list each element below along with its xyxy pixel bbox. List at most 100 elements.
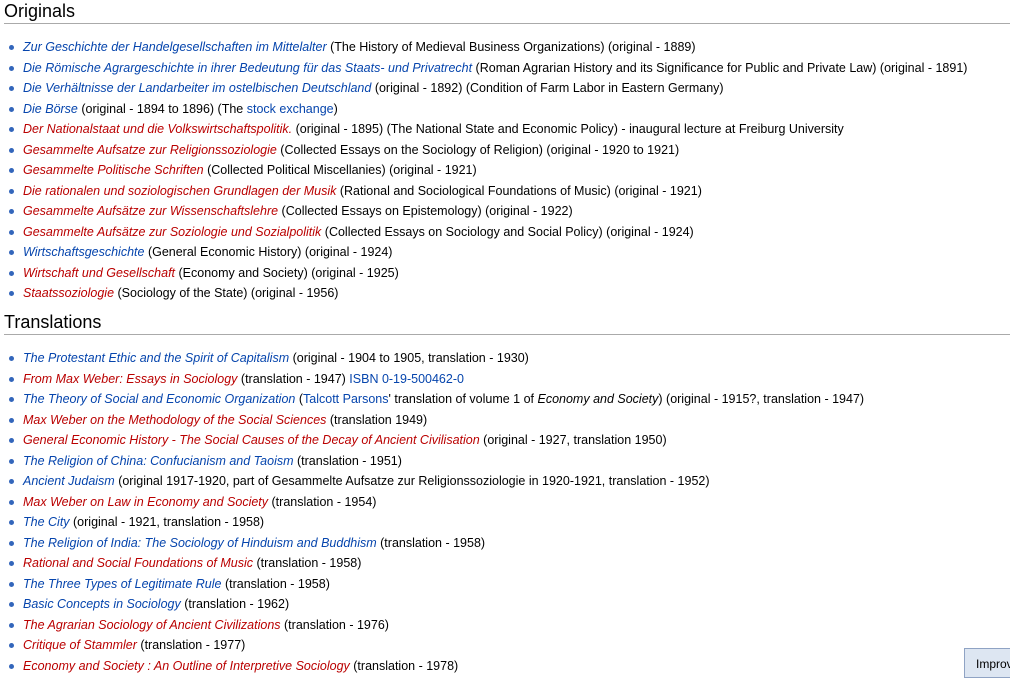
- translations-list: The Protestant Ethic and the Spirit of C…: [4, 348, 1010, 676]
- work-description: (original 1917-1920, part of Gesammelte …: [114, 474, 710, 488]
- work-description: (original - 1892) (Condition of Farm Lab…: [371, 81, 724, 95]
- work-title-link[interactable]: Die Börse: [23, 102, 78, 116]
- work-title-link[interactable]: Wirtschaft und Gesellschaft: [23, 266, 175, 280]
- bullet-icon: [9, 45, 14, 50]
- bullet-icon: [9, 417, 14, 423]
- list-item: Gesammelte Aufsätze zur Wissenschaftsleh…: [4, 201, 1010, 222]
- bullet-icon: [9, 270, 14, 276]
- work-description: (Collected Political Miscellanies) (orig…: [203, 163, 477, 177]
- bullet-icon: [9, 147, 14, 153]
- list-item: The Agrarian Sociology of Ancient Civili…: [4, 615, 1010, 636]
- bullet-icon: [9, 250, 14, 255]
- work-title-link[interactable]: Economy and Society : An Outline of Inte…: [23, 659, 350, 673]
- work-title-link[interactable]: Gesammelte Aufsätze zur Wissenschaftsleh…: [23, 204, 278, 218]
- work-description: (translation 1949): [326, 412, 428, 427]
- work-title-link[interactable]: Ancient Judaism: [23, 474, 115, 488]
- list-item: The Three Types of Legitimate Rule (tran…: [4, 574, 1010, 595]
- bullet-icon: [9, 520, 14, 525]
- bullet-icon: [9, 397, 14, 402]
- work-title-link[interactable]: Die Römische Agrargeschichte in ihrer Be…: [23, 61, 472, 75]
- reference-link[interactable]: Talcott Parsons: [303, 392, 388, 406]
- bullet-icon: [9, 540, 14, 546]
- work-title-link[interactable]: The Religion of India: The Sociology of …: [23, 536, 377, 550]
- list-item: Basic Concepts in Sociology (translation…: [4, 594, 1010, 615]
- work-title-link[interactable]: The Religion of China: Confucianism and …: [23, 454, 294, 468]
- list-item: The Protestant Ethic and the Spirit of C…: [4, 348, 1010, 369]
- list-item: The City (original - 1921, translation -…: [4, 512, 1010, 533]
- work-title-link[interactable]: Max Weber on the Methodology of the Soci…: [23, 413, 326, 427]
- work-description: (The History of Medieval Business Organi…: [326, 40, 696, 54]
- bullet-icon: [9, 291, 14, 296]
- originals-heading: Originals: [4, 0, 1010, 24]
- list-item: Staatssoziologie (Sociology of the State…: [4, 283, 1010, 304]
- bullet-icon: [9, 458, 14, 464]
- work-title-link[interactable]: Die rationalen und soziologischen Grundl…: [23, 184, 336, 198]
- list-item: Wirtschaft und Gesellschaft (Economy and…: [4, 263, 1010, 284]
- list-item: Die rationalen und soziologischen Grundl…: [4, 181, 1010, 202]
- work-title-link[interactable]: Rational and Social Foundations of Music: [23, 556, 253, 570]
- work-title-link[interactable]: Wirtschaftsgeschichte: [23, 245, 144, 259]
- italic-title: Economy and Society: [537, 392, 659, 406]
- work-title-link[interactable]: The City: [23, 515, 70, 529]
- bullet-icon: [9, 663, 14, 669]
- list-item: The Religion of China: Confucianism and …: [4, 451, 1010, 472]
- work-description: (Rational and Sociological Foundations o…: [336, 183, 702, 198]
- list-item: General Economic History - The Social Ca…: [4, 430, 1010, 451]
- work-title-link[interactable]: The Three Types of Legitimate Rule: [23, 577, 221, 591]
- list-item: The Theory of Social and Economic Organi…: [4, 389, 1010, 410]
- work-description: (Roman Agrarian History and its Signific…: [472, 60, 968, 75]
- originals-list: Zur Geschichte der Handelgesellschaften …: [4, 37, 1010, 304]
- bullet-icon: [9, 168, 14, 173]
- work-description: (translation - 1958): [221, 576, 330, 591]
- work-description: (original - 1921, translation - 1958): [69, 515, 265, 529]
- list-item: Max Weber on Law in Economy and Society …: [4, 492, 1010, 513]
- bullet-icon: [9, 127, 14, 132]
- bullet-icon: [9, 561, 14, 566]
- work-description: (original - 1904 to 1905, translation - …: [289, 351, 529, 365]
- work-title-link[interactable]: Zur Geschichte der Handelgesellschaften …: [23, 40, 327, 54]
- originals-section: Originals Zur Geschichte der Handelgesel…: [4, 0, 1010, 304]
- improve-button[interactable]: Improve: [964, 648, 1010, 678]
- work-description: (Collected Essays on Sociology and Socia…: [321, 224, 694, 239]
- list-item: Wirtschaftsgeschichte (General Economic …: [4, 242, 1010, 263]
- bullet-icon: [9, 86, 14, 91]
- bullet-icon: [9, 376, 14, 382]
- work-title-link[interactable]: Max Weber on Law in Economy and Society: [23, 495, 268, 509]
- work-title-link[interactable]: Gesammelte Politische Schriften: [23, 163, 204, 177]
- work-title-link[interactable]: From Max Weber: Essays in Sociology: [23, 372, 237, 386]
- work-title-link[interactable]: The Agrarian Sociology of Ancient Civili…: [23, 618, 281, 632]
- work-title-link[interactable]: The Protestant Ethic and the Spirit of C…: [23, 351, 289, 365]
- list-item: Critique of Stammler (translation - 1977…: [4, 635, 1010, 656]
- work-description: (Economy and Society) (original - 1925): [175, 265, 399, 280]
- list-item: Die Verhältnisse der Landarbeiter im ost…: [4, 78, 1010, 99]
- work-title-link[interactable]: Basic Concepts in Sociology: [23, 597, 181, 611]
- work-title-link[interactable]: General Economic History - The Social Ca…: [23, 433, 480, 447]
- work-description: (translation - 1977): [136, 638, 246, 652]
- reference-link[interactable]: stock exchange: [247, 102, 334, 116]
- list-item: Der Nationalstaat und die Volkswirtschaf…: [4, 119, 1010, 140]
- work-title-link[interactable]: Staatssoziologie: [23, 286, 114, 300]
- work-title-link[interactable]: Die Verhältnisse der Landarbeiter im ost…: [23, 81, 371, 95]
- work-title-link[interactable]: Der Nationalstaat und die Volkswirtschaf…: [23, 122, 292, 136]
- list-item: Ancient Judaism (original 1917-1920, par…: [4, 471, 1010, 492]
- work-title-link[interactable]: Critique of Stammler: [23, 638, 137, 652]
- work-description: (Sociology of the State) (original - 195…: [114, 286, 339, 300]
- work-description: (: [295, 392, 304, 406]
- work-title-link[interactable]: The Theory of Social and Economic Organi…: [23, 392, 295, 406]
- reference-link[interactable]: ISBN 0-19-500462-0: [349, 372, 464, 386]
- work-description: (translation - 1947): [237, 371, 350, 386]
- work-description: (translation - 1976): [280, 617, 389, 632]
- bullet-icon: [9, 229, 14, 235]
- work-description: ' translation of volume 1 of: [388, 392, 538, 406]
- list-item: Gesammelte Aufsätze zur Soziologie und S…: [4, 222, 1010, 243]
- bullet-icon: [9, 209, 14, 214]
- bullet-icon: [9, 106, 14, 112]
- work-description: (original - 1927, translation 1950): [479, 433, 667, 447]
- work-description: (translation - 1951): [293, 453, 402, 468]
- work-title-link[interactable]: Gesammelte Aufsätze zur Soziologie und S…: [23, 225, 321, 239]
- work-description: (original - 1894 to 1896) (The: [77, 101, 247, 116]
- work-description: (translation - 1954): [268, 494, 377, 509]
- list-item: Gesammelte Politische Schriften (Collect…: [4, 160, 1010, 181]
- bullet-icon: [9, 438, 14, 443]
- work-title-link[interactable]: Gesammelte Aufsatze zur Religionssoziolo…: [23, 143, 277, 157]
